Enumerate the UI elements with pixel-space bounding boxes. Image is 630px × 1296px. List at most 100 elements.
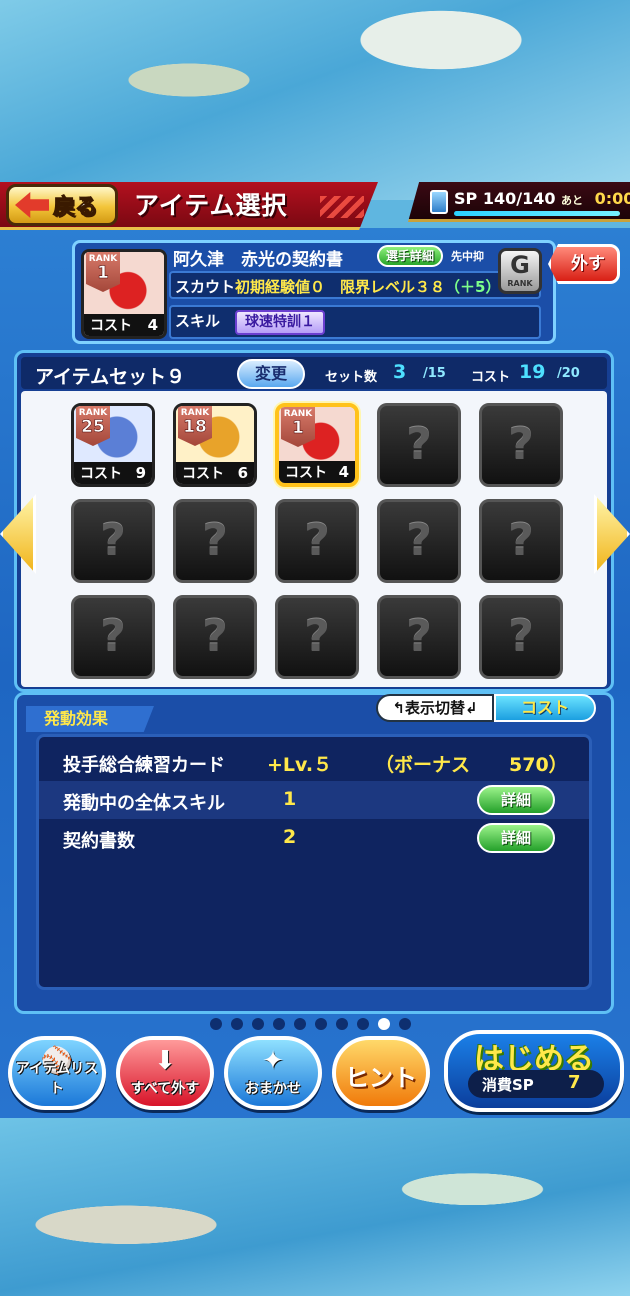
skill-detail-button[interactable]: 詳細 bbox=[477, 785, 555, 815]
rank-number: 1 bbox=[97, 263, 109, 283]
display-toggle-button[interactable]: ↰表示切替↲ bbox=[376, 694, 494, 722]
set-cost-label: コスト bbox=[471, 370, 511, 385]
empty-item-slot[interactable]: ? bbox=[173, 595, 257, 679]
change-set-button[interactable]: 変更 bbox=[237, 359, 305, 389]
page-dot[interactable] bbox=[357, 1018, 369, 1030]
remove-button[interactable]: 外す bbox=[548, 244, 620, 284]
empty-item-slot[interactable]: ? bbox=[377, 499, 461, 583]
page-dot[interactable] bbox=[273, 1018, 285, 1030]
back-label: 戻る bbox=[52, 195, 98, 221]
rank-number: 1 bbox=[292, 418, 304, 438]
empty-item-slot[interactable]: ? bbox=[275, 499, 359, 583]
remove-all-button[interactable]: ⬇ すべて外す bbox=[116, 1036, 214, 1110]
effect-row: 契約書数 2 詳細 bbox=[39, 819, 589, 857]
hint-label: ヒント bbox=[345, 1064, 417, 1092]
cost-strip: コスト 9 bbox=[74, 462, 152, 484]
cost-label: コスト bbox=[90, 318, 132, 334]
set-count-value: 3 bbox=[393, 361, 407, 383]
sp-status: SP 140/140 あと 0:00 bbox=[408, 182, 630, 222]
empty-item-slot[interactable]: ? bbox=[479, 499, 563, 583]
scout-row: スカウト 初期経験値０ 限界レベル３８（＋5） bbox=[169, 271, 541, 299]
effect-bonus-label: （ボーナス bbox=[375, 754, 471, 776]
cost-label: コスト bbox=[285, 465, 327, 481]
item-slot-grid: RANK 25 コスト 9 RANK 18 コスト 6 RANK 1 コスト 4… bbox=[21, 391, 607, 687]
cost-strip: コスト 6 bbox=[176, 462, 254, 484]
start-cost-label: 消費SP bbox=[482, 1076, 534, 1094]
sp-remaining-label: あと bbox=[561, 194, 584, 207]
page-dot[interactable] bbox=[252, 1018, 264, 1030]
background-scenery-bottom bbox=[0, 1118, 630, 1296]
position-tag: 先中抑 bbox=[451, 250, 484, 263]
title-stripes bbox=[320, 196, 364, 218]
item-list-button[interactable]: ⚾ アイテムリスト bbox=[8, 1036, 106, 1110]
effect-bonus-value: 570） bbox=[509, 754, 568, 776]
set-cost-max: /20 bbox=[557, 366, 580, 381]
contract-detail-button[interactable]: 詳細 bbox=[477, 823, 555, 853]
player-detail-button[interactable]: 選手詳細 bbox=[377, 245, 443, 267]
back-button[interactable]: 戻る bbox=[6, 184, 118, 226]
page-title: アイテム選択 bbox=[134, 191, 288, 220]
sp-gauge bbox=[454, 211, 620, 216]
selected-item-card[interactable]: RANK 1 コスト 4 bbox=[81, 249, 167, 339]
sp-gauge-fill bbox=[454, 211, 620, 216]
empty-item-slot[interactable]: ? bbox=[377, 403, 461, 487]
set-count-label: セット数 bbox=[325, 370, 378, 385]
empty-item-slot[interactable]: ? bbox=[479, 403, 563, 487]
item-set-header: アイテムセット９ 変更 セット数 3 /15 コスト 19 /20 bbox=[21, 357, 607, 389]
page-dot[interactable] bbox=[399, 1018, 411, 1030]
item-slot-2[interactable]: RANK 18 コスト 6 bbox=[173, 403, 257, 487]
item-name: 阿久津 赤光の契約書 bbox=[173, 250, 343, 270]
page-dot[interactable] bbox=[336, 1018, 348, 1030]
rank-number: 25 bbox=[81, 417, 105, 437]
item-set-title: アイテムセット９ bbox=[35, 366, 186, 388]
hint-button[interactable]: ヒント bbox=[332, 1036, 430, 1110]
item-slot-3[interactable]: RANK 1 コスト 4 bbox=[275, 403, 359, 487]
set-cost-value: 19 bbox=[519, 361, 546, 383]
empty-item-slot[interactable]: ? bbox=[71, 499, 155, 583]
sparkle-icon: ✦ bbox=[262, 1046, 284, 1076]
item-slot-1[interactable]: RANK 25 コスト 9 bbox=[71, 403, 155, 487]
scout-label: スカウト bbox=[175, 278, 236, 296]
page-dot[interactable] bbox=[210, 1018, 222, 1030]
page-dot[interactable] bbox=[294, 1018, 306, 1030]
effect-label: 投手総合練習カード bbox=[63, 755, 225, 776]
rank-badge: RANK 25 bbox=[76, 406, 110, 446]
empty-item-slot[interactable]: ? bbox=[479, 595, 563, 679]
effect-label: 契約書数 bbox=[63, 831, 135, 852]
empty-item-slot[interactable]: ? bbox=[71, 595, 155, 679]
sp-text: SP 140/140 あと 0:00 bbox=[454, 189, 630, 208]
sp-icon bbox=[430, 190, 448, 214]
grade-letter: G bbox=[510, 251, 530, 279]
page-dot[interactable] bbox=[315, 1018, 327, 1030]
grade-rank-icon: G RANK bbox=[498, 248, 542, 294]
item-set-panel: アイテムセット９ 変更 セット数 3 /15 コスト 19 /20 RANK 2… bbox=[14, 350, 614, 692]
header-bar: 戻る アイテム選択 SP 140/140 あと 0:00 bbox=[0, 180, 630, 232]
sp-timer: 0:00 bbox=[594, 189, 630, 208]
cost-label: コスト bbox=[182, 466, 224, 482]
start-cost: 消費SP 7 bbox=[468, 1070, 604, 1098]
rank-number: 18 bbox=[183, 417, 207, 437]
grade-rank-label: RANK bbox=[507, 279, 533, 288]
scout-bonus: （＋5） bbox=[445, 278, 501, 296]
page-dot[interactable] bbox=[231, 1018, 243, 1030]
page-dot[interactable] bbox=[378, 1018, 390, 1030]
sp-label: SP bbox=[454, 189, 478, 208]
display-toggle-value[interactable]: コスト bbox=[494, 694, 596, 722]
rank-badge: RANK 1 bbox=[281, 407, 315, 447]
item-list-label: アイテムリスト bbox=[15, 1061, 99, 1097]
rank-badge: RANK 1 bbox=[86, 252, 120, 292]
rank-badge: RANK 18 bbox=[178, 406, 212, 446]
auto-button[interactable]: ✦ おまかせ bbox=[224, 1036, 322, 1110]
effect-tab-label: 発動効果 bbox=[26, 706, 154, 732]
skill-pill[interactable]: 球速特訓１ bbox=[235, 310, 325, 335]
start-button[interactable]: はじめる 消費SP 7 bbox=[444, 1030, 624, 1112]
cost-strip: コスト 4 bbox=[279, 461, 355, 483]
set-count-max: /15 bbox=[423, 366, 446, 381]
effect-row: 発動中の全体スキル 1 詳細 bbox=[39, 781, 589, 819]
effect-value: +Lv.５ bbox=[267, 754, 333, 776]
empty-item-slot[interactable]: ? bbox=[377, 595, 461, 679]
empty-item-slot[interactable]: ? bbox=[173, 499, 257, 583]
back-arrow-icon bbox=[15, 192, 49, 218]
effect-value: 1 bbox=[283, 788, 297, 810]
empty-item-slot[interactable]: ? bbox=[275, 595, 359, 679]
